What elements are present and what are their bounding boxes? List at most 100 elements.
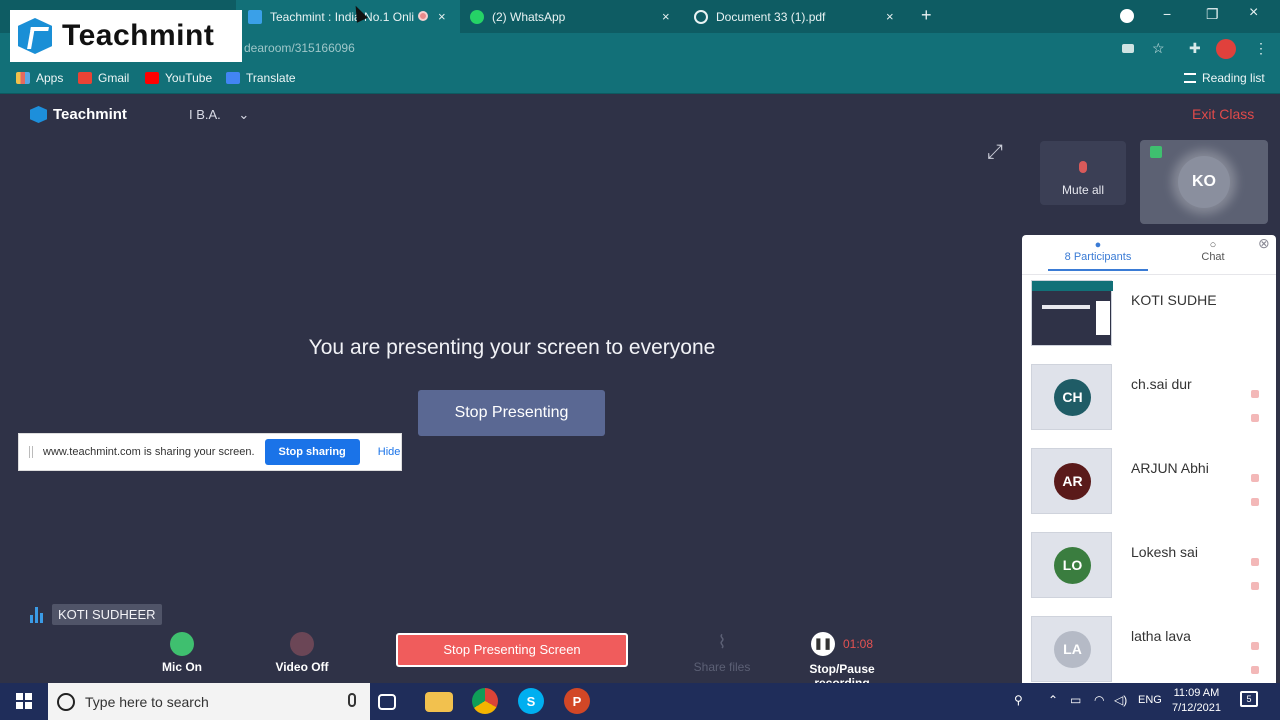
- window-close-button[interactable]: ×: [1249, 4, 1258, 22]
- stop-presenting-screen-button[interactable]: Stop Presenting Screen: [396, 633, 628, 667]
- video-button[interactable]: Video Off: [270, 632, 334, 674]
- share-message: www.teachmint.com is sharing your screen…: [43, 446, 255, 458]
- windows-start-icon[interactable]: [16, 693, 32, 709]
- bookmark-star-icon[interactable]: ☆: [1152, 40, 1165, 57]
- avatar: LO: [1031, 532, 1112, 598]
- tab-close-icon[interactable]: ×: [662, 9, 670, 24]
- bookmark-gmail[interactable]: Gmail: [78, 71, 129, 85]
- reading-list-icon: [1184, 73, 1196, 83]
- tab-document[interactable]: Document 33 (1).pdf ×: [684, 0, 908, 33]
- video-off-icon: [290, 632, 314, 656]
- translate-icon: [226, 72, 240, 84]
- panel-close-icon[interactable]: ⊗: [1258, 235, 1270, 252]
- tab-close-icon[interactable]: ×: [438, 9, 446, 24]
- bookmarks-bar: Apps Gmail YouTube Translate Reading lis…: [0, 64, 1280, 94]
- stop-presenting-button[interactable]: Stop Presenting: [418, 390, 605, 436]
- active-speaker-label: KOTI SUDHEER: [28, 604, 162, 625]
- presenting-message: You are presenting your screen to everyo…: [308, 336, 716, 359]
- minimize-button[interactable]: −: [1163, 6, 1171, 22]
- file-explorer-icon[interactable]: [425, 692, 453, 712]
- mute-all-button[interactable]: Mute all: [1040, 141, 1126, 205]
- list-item: LO Lokesh sai: [1031, 532, 1271, 598]
- new-tab-button[interactable]: +: [921, 5, 932, 26]
- teachmint-logo-icon: [30, 106, 47, 123]
- pause-icon: ❚❚: [810, 632, 835, 656]
- drag-handle-icon[interactable]: [29, 446, 33, 458]
- tab-chat[interactable]: ○ Chat: [1198, 239, 1228, 263]
- list-item: CH ch.sai dur: [1031, 364, 1271, 430]
- participant-name: Lokesh sai: [1131, 544, 1198, 560]
- teachmint-logo-icon: [18, 18, 52, 54]
- system-clock[interactable]: 11:09 AM 7/12/2021: [1172, 686, 1221, 716]
- url-field[interactable]: dearoom/315166096: [244, 41, 355, 55]
- panel-tabs: ● 8 Participants ○ Chat: [1022, 235, 1276, 275]
- list-item: AR ARJUN Abhi: [1031, 448, 1271, 514]
- chevron-down-icon: ⌄: [238, 107, 250, 122]
- class-selector[interactable]: I B.A. ⌄: [189, 107, 249, 123]
- people-icon: ●: [1094, 239, 1102, 251]
- recording-timer: 01:08: [842, 637, 874, 651]
- participant-status-icons: [1251, 474, 1261, 522]
- avatar: KO: [1178, 156, 1230, 208]
- extensions-icon[interactable]: ✚: [1189, 40, 1201, 57]
- self-video-tile: KO: [1140, 140, 1268, 224]
- share-files-button[interactable]: ⌇ Share files: [690, 632, 754, 674]
- chat-bubble-icon: ○: [1209, 239, 1217, 251]
- tab-close-icon[interactable]: ×: [886, 9, 894, 24]
- exit-class-button[interactable]: Exit Class: [1192, 106, 1254, 122]
- tab-whatsapp[interactable]: (2) WhatsApp ×: [460, 0, 684, 33]
- hide-button[interactable]: Hide: [378, 446, 401, 458]
- expand-icon[interactable]: ⤢: [982, 139, 1008, 165]
- participant-name: ch.sai dur: [1131, 376, 1192, 392]
- mic-button[interactable]: Mic On: [156, 632, 208, 674]
- globe-icon: [694, 9, 708, 24]
- language-indicator[interactable]: ENG: [1138, 694, 1162, 706]
- participant-status-icons: [1251, 558, 1261, 606]
- mic-muted-icon: [1079, 161, 1087, 173]
- chrome-icon[interactable]: [472, 688, 498, 714]
- reading-list-button[interactable]: Reading list: [1184, 71, 1265, 85]
- stop-sharing-button[interactable]: Stop sharing: [264, 439, 360, 465]
- search-input[interactable]: Type here to search: [85, 694, 209, 710]
- participant-name: latha lava: [1131, 628, 1191, 644]
- task-view-icon[interactable]: [378, 694, 396, 710]
- apps-grid-icon: [16, 72, 30, 84]
- skype-icon[interactable]: S: [518, 688, 544, 714]
- restore-button[interactable]: ❐: [1206, 6, 1219, 23]
- camera-icon[interactable]: [1122, 44, 1134, 53]
- tab-participants[interactable]: ● 8 Participants: [1048, 239, 1148, 271]
- screen-share-thumbnail: [1031, 280, 1113, 346]
- microphone-icon: [170, 632, 194, 656]
- windows-taskbar: Type here to search S P ⚲ ⌃ ▭ ◠ ◁) ENG 1…: [0, 683, 1280, 720]
- youtube-icon: [145, 72, 159, 84]
- mic-active-icon: [1150, 146, 1162, 158]
- watermark-text: Teachmint: [62, 19, 215, 52]
- profile-avatar[interactable]: [1216, 39, 1236, 59]
- people-icon[interactable]: ⚲: [1014, 693, 1023, 707]
- notifications-icon[interactable]: 5: [1240, 691, 1258, 707]
- screen-share-banner: www.teachmint.com is sharing your screen…: [18, 433, 402, 471]
- wifi-icon[interactable]: ◠: [1094, 693, 1104, 707]
- tab-teachmint[interactable]: Teachmint : India No.1 Onli ×: [236, 0, 460, 33]
- teachmint-watermark: Teachmint: [10, 10, 242, 62]
- bookmark-apps[interactable]: Apps: [16, 71, 63, 85]
- bookmark-youtube[interactable]: YouTube: [145, 71, 212, 85]
- participant-status-icons: [1251, 390, 1261, 438]
- participant-name: ARJUN Abhi: [1131, 460, 1209, 476]
- avatar: AR: [1031, 448, 1112, 514]
- chevron-up-icon[interactable]: ⌃: [1048, 693, 1058, 707]
- recording-control[interactable]: ❚❚ 01:08 Stop/Pause recording: [780, 632, 904, 690]
- powerpoint-icon[interactable]: P: [564, 688, 590, 714]
- recording-dot-icon: [418, 11, 428, 21]
- avatar: LA: [1031, 616, 1112, 682]
- list-item: KOTI SUDHE: [1031, 280, 1271, 346]
- avatar: CH: [1031, 364, 1112, 430]
- microphone-icon[interactable]: [348, 693, 356, 707]
- bookmark-translate[interactable]: Translate: [226, 71, 296, 85]
- tab-search-icon[interactable]: [1120, 9, 1134, 23]
- taskbar-search[interactable]: Type here to search: [48, 683, 370, 720]
- more-menu-icon[interactable]: ⋮: [1254, 40, 1268, 57]
- tab-title: Teachmint : India No.1 Onli: [270, 9, 415, 24]
- participant-status-icons: [1251, 642, 1261, 683]
- volume-icon[interactable]: ◁): [1114, 693, 1127, 707]
